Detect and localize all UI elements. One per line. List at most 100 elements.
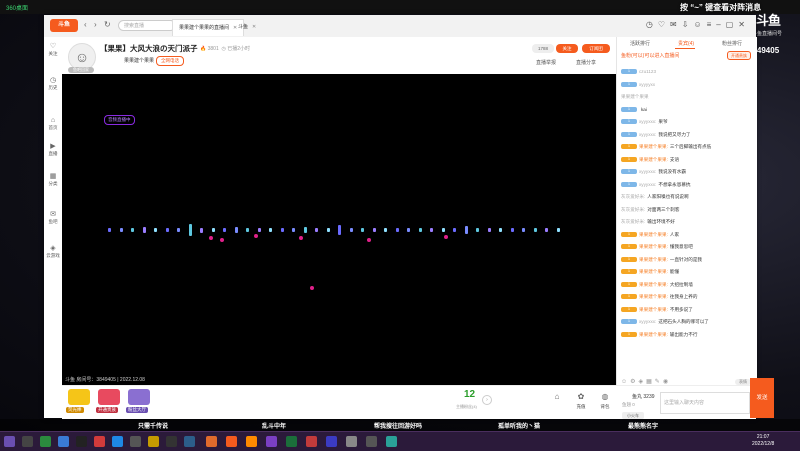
taskbar-app-icon[interactable]	[266, 436, 277, 447]
sidebar-item-follow[interactable]: ♡ 关注	[44, 43, 62, 57]
recharge-icon[interactable]: ✿	[570, 392, 592, 401]
glowstick-gift[interactable]	[68, 389, 90, 405]
chat-username[interactable]: xyyyxxx:	[639, 319, 656, 324]
taskbar-app-icon[interactable]	[94, 436, 105, 447]
chat-username[interactable]: xyyyxxx:	[639, 132, 656, 137]
open-noble-button[interactable]: 开通贵族	[727, 51, 751, 60]
refresh-icon[interactable]: ↻	[104, 20, 111, 29]
close-tab-icon[interactable]: ✕	[252, 24, 256, 30]
host-name[interactable]: 果果建个果果	[124, 57, 154, 64]
chat-message[interactable]: 灰灰爱好米: 输出环境不好	[621, 216, 755, 229]
subscribe-button[interactable]: 订阅团	[582, 44, 610, 53]
category-tag[interactable]: 全网电话	[156, 56, 184, 66]
taskbar-app-icon[interactable]	[22, 436, 33, 447]
douyu-logo[interactable]: 斗鱼	[50, 19, 78, 32]
chat-username[interactable]: 灰灰爱好米:	[621, 207, 645, 212]
chat-message[interactable]: 灰灰爱好米: 人家阳嗓也有说说啊	[621, 191, 755, 204]
chat-username[interactable]: 果果建个果果:	[639, 257, 668, 262]
chat-message[interactable]: 1 kai	[621, 104, 755, 117]
chat-username[interactable]: 灰灰爱好米:	[621, 219, 645, 224]
chat-input[interactable]: 这里输入聊天内容	[660, 392, 750, 414]
chat-message[interactable]: 1 果果建个果果: 输出能力不行	[621, 329, 755, 342]
taskbar-app-icon[interactable]	[286, 436, 297, 447]
chat-username[interactable]: 果果建个果果:	[639, 244, 668, 249]
chat-username[interactable]: xyyyxxx:	[639, 182, 656, 187]
chat-message[interactable]: 1 果果建个果果: 大招拉制墙	[621, 279, 755, 292]
taskbar-app-icon[interactable]	[206, 436, 217, 447]
window-controls[interactable]: ◷♡✉⇩☺≡–▢✕	[646, 20, 750, 29]
sidebar-item-cloud-game[interactable]: ◈ 云游戏	[44, 245, 62, 259]
gauge-ring-icon[interactable]: ›	[482, 395, 492, 405]
chat-username[interactable]: xyyyxxx:	[639, 169, 656, 174]
chat-username[interactable]: czu1123	[639, 69, 656, 74]
chat-username[interactable]: xyyyyxx	[639, 82, 655, 87]
chat-username[interactable]: 果果建个果果:	[639, 144, 668, 149]
taskbar-app-icon[interactable]	[386, 436, 397, 447]
sidebar-item-live[interactable]: ▶ 直播	[44, 143, 62, 157]
taskbar-app-icon[interactable]	[246, 436, 257, 447]
chat-message[interactable]: 1 xyyyxxx: 不想拿永恩慕抗	[621, 179, 755, 192]
report-link[interactable]: 直播举报	[536, 59, 556, 66]
tab-douyu[interactable]: 斗鱼 ✕	[232, 19, 262, 35]
chat-username[interactable]: 果果建个果果:	[639, 232, 668, 237]
chat-username[interactable]: 果果建个果果:	[639, 307, 668, 312]
start-icon[interactable]	[4, 436, 15, 447]
taskbar-douyu-icon[interactable]	[226, 436, 237, 447]
chat-username[interactable]: 果果建个果果:	[639, 157, 668, 162]
chat-list[interactable]: 1 czu1123 1 xyyyyxx 果果建个果果 1 kai 1 xyyyxxx: 果爷 1 xy…	[621, 66, 755, 376]
chat-username[interactable]: xyyyxxx:	[639, 119, 656, 124]
tab-fan-rank[interactable]: 粉丝排行	[709, 40, 755, 47]
taskbar-app-icon[interactable]	[130, 436, 141, 447]
chat-message[interactable]: 1 xyyyxxx: 果爷	[621, 116, 755, 129]
chat-message[interactable]: 1 果果建个果果: 三个后脚输出有点低	[621, 141, 755, 154]
chat-message[interactable]: 果果建个果果	[621, 91, 755, 104]
backpack-icon[interactable]: ◍	[594, 392, 616, 401]
share-link[interactable]: 直播分享	[576, 59, 596, 66]
taskbar-app-icon[interactable]	[326, 436, 337, 447]
taskbar-app-icon[interactable]	[306, 436, 317, 447]
chat-username[interactable]: 果果建个果果	[621, 94, 649, 99]
chat-username[interactable]: 灰灰爱好米:	[621, 194, 645, 199]
sidebar-item-home[interactable]: ⌂ 首页	[44, 117, 62, 131]
chat-message[interactable]: 灰灰爱好米: 对面两三个刺客	[621, 204, 755, 217]
chat-message[interactable]: 1 xyyyxxx: 我说没有水霸	[621, 166, 755, 179]
little-train-button[interactable]: 小火车	[622, 412, 644, 419]
chat-message[interactable]: 1 xyyyyxx	[621, 79, 755, 92]
send-button[interactable]: 发送	[750, 378, 774, 418]
taskbar-app-icon[interactable]	[366, 436, 377, 447]
chat-username[interactable]: 果果建个果果:	[639, 332, 668, 337]
search-input[interactable]: 搜索直播	[118, 20, 176, 31]
taskbar-app-icon[interactable]	[112, 436, 123, 447]
taskbar-app-icon[interactable]	[166, 436, 177, 447]
sidebar-item-history[interactable]: ◷ 历史	[44, 77, 62, 91]
back-icon[interactable]: ‹	[84, 20, 87, 29]
sidebar-item-fishbar[interactable]: ✉ 鱼吧	[44, 211, 62, 225]
chat-message[interactable]: 1 果果建个果果: 不用多说了	[621, 304, 755, 317]
sidebar-item-category[interactable]: ▦ 分类	[44, 173, 62, 187]
fan-hall-gift[interactable]	[128, 389, 150, 405]
video-player[interactable]: 音频直播中 斗鱼 房间号：3849405 | 2022.12.08	[62, 74, 616, 385]
chat-username[interactable]: 果果建个果果:	[639, 282, 668, 287]
taskbar-clock[interactable]: 21:07 2022/12/8	[752, 434, 774, 448]
chat-tools[interactable]: ☺⚙◈▦✎◉	[621, 378, 671, 385]
follow-button[interactable]: 关注	[556, 44, 578, 53]
taskbar-app-icon[interactable]	[148, 436, 159, 447]
taskbar-app-icon[interactable]	[184, 436, 195, 447]
chat-username[interactable]: 果果建个果果:	[639, 294, 668, 299]
gift-box-icon[interactable]: ⌂	[546, 392, 568, 401]
chat-message[interactable]: 1 果果建个果果: 往我身上养的	[621, 291, 755, 304]
taskbar-app-icon[interactable]	[40, 436, 51, 447]
chat-message[interactable]: 1 czu1123	[621, 66, 755, 79]
chat-message[interactable]: 1 果果建个果果: 能懂	[621, 266, 755, 279]
chat-message[interactable]: 1 果果建个果果: 人家	[621, 229, 755, 242]
chat-message[interactable]: 1 xyyyxxx: 我说把又尽力了	[621, 129, 755, 142]
chat-message[interactable]: 1 xyyyxxx: 这把石头人胸的哪可以了	[621, 316, 755, 329]
chat-message[interactable]: 1 果果建个果果: 一直针对的是我	[621, 254, 755, 267]
taskbar-app-icon[interactable]	[76, 436, 87, 447]
noble-gift[interactable]	[98, 389, 120, 405]
tab-active-rank[interactable]: 活跃排行	[617, 40, 663, 47]
forward-icon[interactable]: ›	[94, 20, 97, 29]
chat-message[interactable]: 1 果果建个果果: 懂我意思吧	[621, 241, 755, 254]
tab-vip[interactable]: 贵宾(4)	[663, 40, 709, 47]
taskbar-app-icon[interactable]	[346, 436, 357, 447]
